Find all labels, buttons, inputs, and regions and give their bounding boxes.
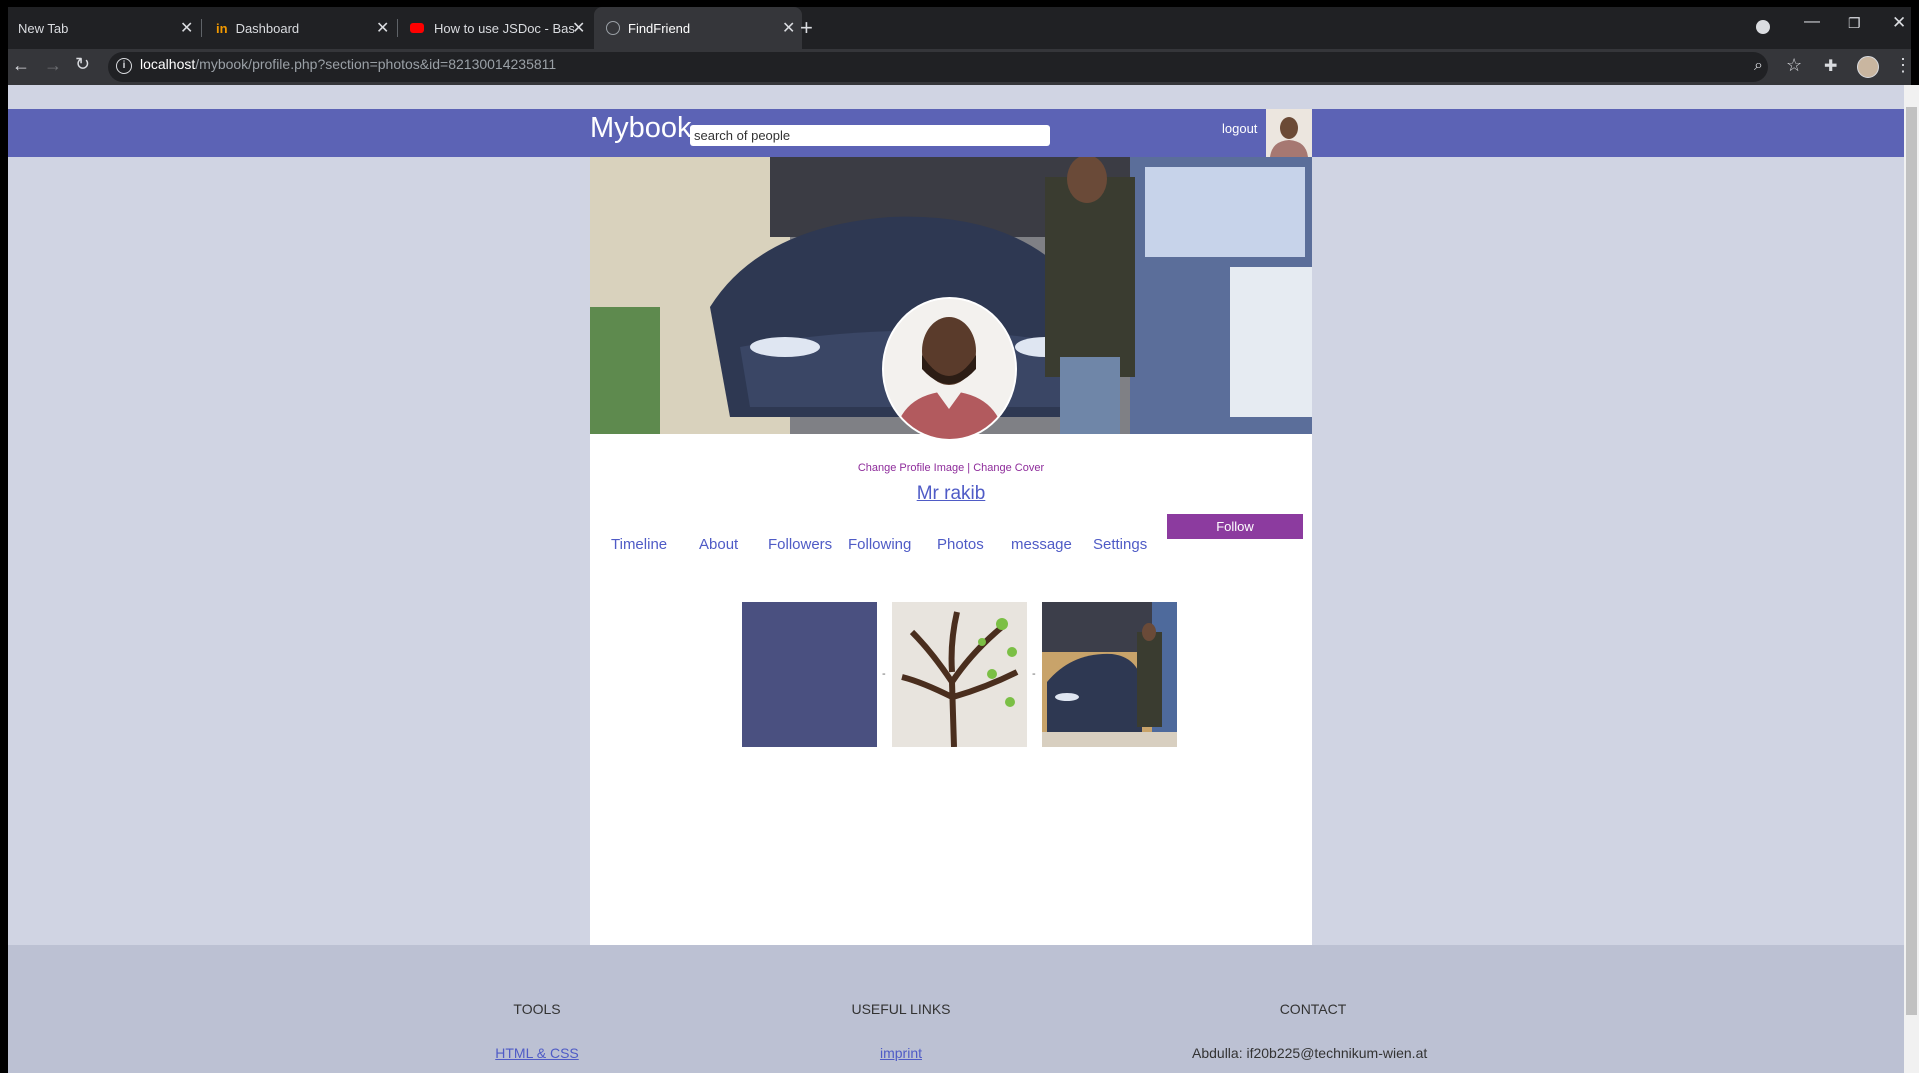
back-icon[interactable]: ← (12, 55, 30, 76)
tab-label: Dashboard (235, 20, 300, 36)
photo-thumbnail[interactable] (892, 602, 1027, 747)
url-text[interactable]: localhost/mybook/profile.php?section=pho… (140, 56, 556, 72)
site-info-icon[interactable]: i (116, 58, 132, 74)
footer-contact-heading: CONTACT (1279, 1001, 1347, 1017)
change-profile-image-link[interactable]: Change Profile Image (858, 462, 964, 474)
nav-message[interactable]: message (1011, 536, 1072, 553)
nav-photos[interactable]: Photos (937, 536, 984, 553)
tab-label: How to use JSDoc - Basics & Intro (434, 20, 574, 36)
youtube-icon (410, 23, 424, 33)
scrollbar-thumb[interactable] (1906, 107, 1917, 1015)
tab-label: FindFriend (628, 20, 691, 36)
reload-icon[interactable]: ↻ (75, 54, 90, 75)
footer-useful-links-heading: USEFUL LINKS (851, 1001, 951, 1017)
photo-thumbnail[interactable] (742, 602, 877, 747)
site-logo[interactable]: Mybook (590, 112, 692, 145)
url-path: /mybook/profile.php?section=photos&id=82… (195, 56, 557, 72)
change-image-links: Change Profile Image | Change Cover (590, 462, 1312, 474)
globe-icon (606, 21, 620, 35)
close-icon[interactable]: ✕ (572, 18, 585, 38)
extensions-icon[interactable]: ✚ (1824, 56, 1837, 76)
menu-kebab-icon[interactable]: ⋮ (1894, 55, 1912, 76)
change-cover-link[interactable]: Change Cover (973, 462, 1044, 474)
restore-icon[interactable]: ❐ (1848, 15, 1861, 32)
photo-separator: - (1032, 668, 1036, 680)
nav-followers[interactable]: Followers (768, 536, 832, 553)
profile-name-link[interactable]: Mr rakib (590, 483, 1312, 505)
tab-search-icon[interactable] (1756, 20, 1770, 34)
footer-tools-heading: TOOLS (513, 1001, 561, 1017)
tab-separator (201, 19, 202, 37)
tab-label: New Tab (18, 20, 69, 36)
follow-button[interactable]: Follow (1167, 514, 1303, 539)
close-icon[interactable]: ✕ (180, 18, 193, 38)
nav-about[interactable]: About (699, 536, 738, 553)
tab-separator (397, 19, 398, 37)
minimize-icon[interactable]: — (1804, 13, 1820, 31)
new-tab-button[interactable]: + (800, 15, 813, 41)
nav-settings[interactable]: Settings (1093, 536, 1147, 553)
forward-icon[interactable]: → (44, 55, 62, 76)
logout-link[interactable]: logout (1222, 121, 1257, 136)
tab-dashboard[interactable]: in Dashboard ✕ (204, 7, 392, 49)
nav-timeline[interactable]: Timeline (611, 536, 667, 553)
tab-jsdoc[interactable]: How to use JSDoc - Basics & Intro ✕ (400, 7, 588, 49)
window-close-icon[interactable]: ✕ (1892, 13, 1906, 33)
footer-imprint-link[interactable]: imprint (826, 1045, 976, 1061)
bookmark-star-icon[interactable]: ☆ (1786, 55, 1802, 76)
people-search-input[interactable] (690, 125, 1050, 146)
link-separator: | (967, 462, 971, 474)
profile-picture[interactable] (882, 297, 1017, 441)
zoom-icon[interactable]: ⌕ (1754, 57, 1763, 75)
photo-separator: - (882, 668, 886, 680)
close-icon[interactable]: ✕ (782, 18, 795, 38)
footer-contact-text: Abdulla: if20b225@technikum-wien.at (1192, 1045, 1428, 1061)
tab-findfriend[interactable]: FindFriend ✕ (594, 7, 802, 49)
footer-html-css-link[interactable]: HTML & CSS (467, 1045, 607, 1061)
header-avatar[interactable] (1266, 109, 1312, 157)
close-icon[interactable]: ✕ (376, 18, 389, 38)
tab-new-tab[interactable]: New Tab ✕ (8, 7, 196, 49)
url-host: localhost (140, 56, 196, 72)
nav-following[interactable]: Following (848, 536, 911, 553)
profile-avatar-icon[interactable] (1857, 56, 1879, 78)
dashboard-favicon-icon: in (216, 20, 228, 36)
browser-tab-bar: New Tab ✕ in Dashboard ✕ How to use JSDo… (8, 7, 1911, 49)
photo-thumbnail[interactable] (1042, 602, 1177, 747)
